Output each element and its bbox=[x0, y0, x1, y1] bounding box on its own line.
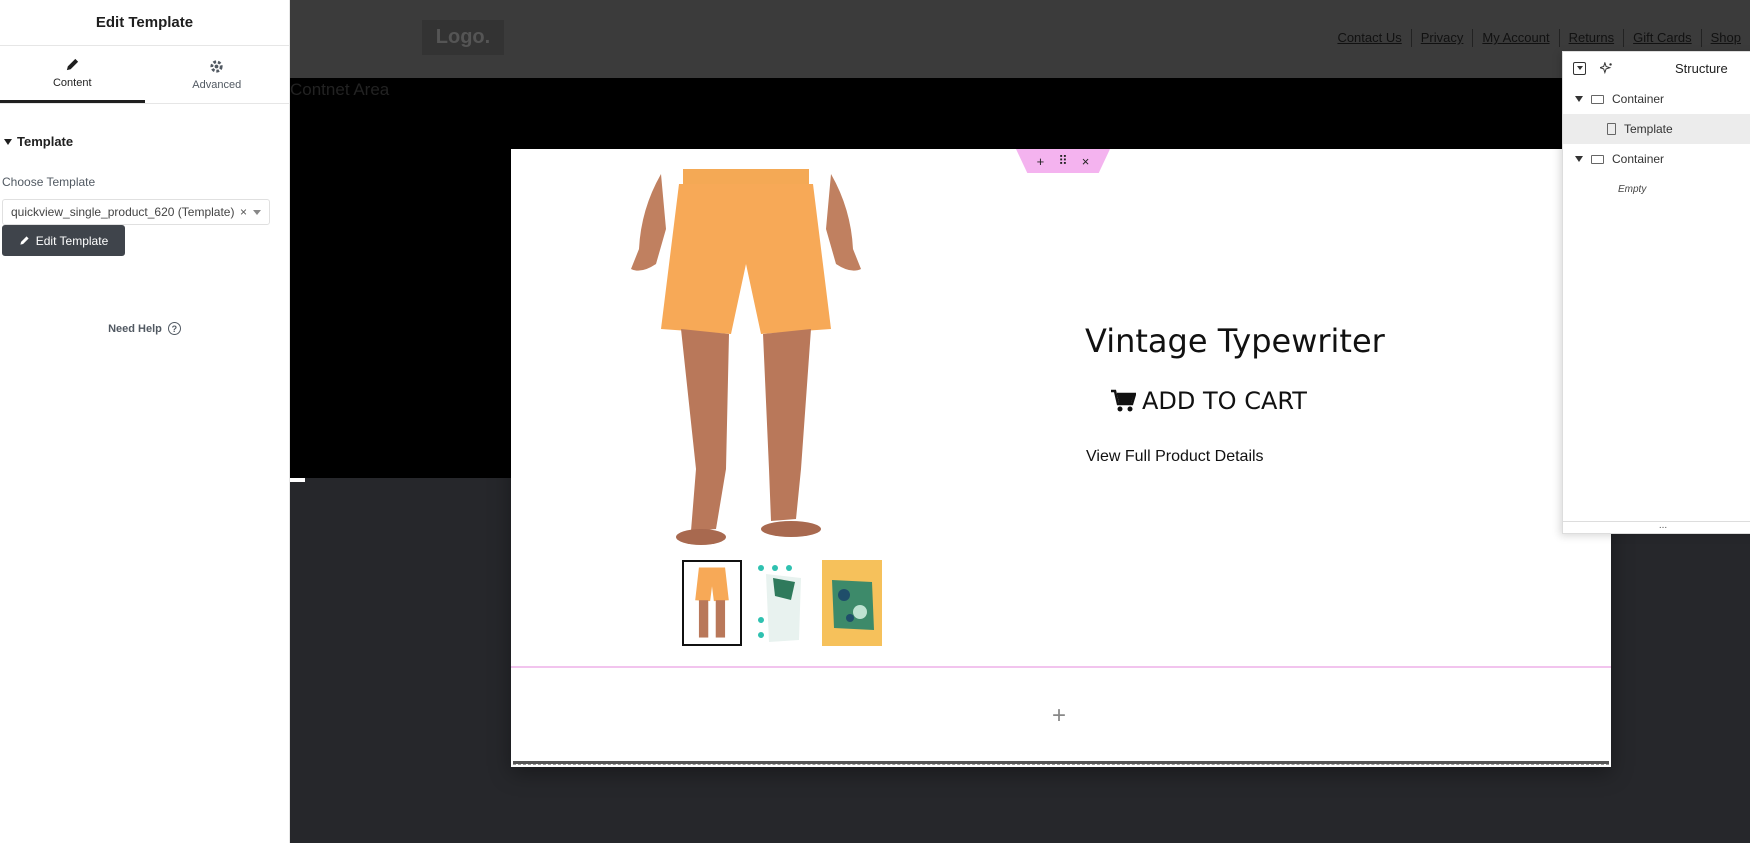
document-icon bbox=[1607, 123, 1616, 135]
drag-handle-icon[interactable]: ⠿ bbox=[1058, 153, 1068, 169]
clear-icon[interactable]: × bbox=[240, 205, 247, 219]
tab-content-label: Content bbox=[52, 77, 92, 89]
product-thumbnail[interactable] bbox=[682, 560, 742, 646]
structure-header: Structure bbox=[1563, 52, 1750, 84]
structure-item-template[interactable]: Template bbox=[1563, 114, 1750, 144]
view-full-details-link[interactable]: View Full Product Details bbox=[1086, 448, 1264, 466]
section-template-toggle[interactable]: Template bbox=[0, 134, 289, 149]
structure-item-container[interactable]: Container bbox=[1563, 144, 1750, 174]
structure-item-label: Container bbox=[1612, 92, 1665, 106]
panel-title: Edit Template bbox=[0, 0, 289, 46]
pencil-icon bbox=[20, 236, 29, 245]
nav-link-contact[interactable]: Contact Us bbox=[1328, 29, 1410, 47]
add-to-cart-label: ADD TO CART bbox=[1142, 387, 1307, 415]
need-help-link[interactable]: Need Help ? bbox=[0, 322, 289, 335]
element-handle: + ⠿ × bbox=[1016, 149, 1110, 173]
product-main-image bbox=[621, 169, 871, 551]
nav-link-shop[interactable]: Shop bbox=[1700, 29, 1750, 47]
structure-empty-label: Empty bbox=[1618, 183, 1647, 195]
structure-item-container[interactable]: Container bbox=[1563, 84, 1750, 114]
caret-down-icon[interactable] bbox=[1575, 96, 1583, 102]
dropdown-icon[interactable] bbox=[1573, 61, 1586, 75]
structure-title: Structure bbox=[1675, 60, 1728, 76]
editor-panel: Edit Template Content Advanced Template … bbox=[0, 0, 290, 843]
panel-tabs: Content Advanced bbox=[0, 46, 289, 104]
site-logo[interactable]: Logo. bbox=[422, 20, 504, 55]
need-help-label: Need Help bbox=[108, 322, 162, 335]
product-thumbnail[interactable] bbox=[751, 560, 811, 646]
nav-link-privacy[interactable]: Privacy bbox=[1410, 29, 1473, 47]
container-icon bbox=[1591, 154, 1604, 164]
structure-panel: Structure Container Template Container E… bbox=[1562, 51, 1750, 534]
structure-item-label: Container bbox=[1612, 152, 1665, 166]
nav-link-returns[interactable]: Returns bbox=[1558, 29, 1624, 47]
template-select-value: quickview_single_product_620 (Template) bbox=[11, 205, 235, 219]
container-bottom-border bbox=[513, 761, 1609, 765]
caret-down-icon[interactable] bbox=[1575, 156, 1583, 162]
sparkle-icon[interactable] bbox=[1600, 61, 1613, 75]
pencil-icon bbox=[66, 58, 78, 71]
nav-link-gift-cards[interactable]: Gift Cards bbox=[1623, 29, 1701, 47]
product-thumbnail[interactable] bbox=[822, 560, 882, 646]
site-header: Logo. Contact Us Privacy My Account Retu… bbox=[290, 0, 1750, 78]
structure-resize-handle[interactable]: ... bbox=[1563, 521, 1750, 533]
help-icon: ? bbox=[167, 322, 181, 335]
add-section-icon[interactable]: + bbox=[1052, 702, 1066, 730]
content-area-label: Contnet Area bbox=[290, 80, 390, 99]
container-icon bbox=[1591, 94, 1604, 104]
tab-advanced-label: Advanced bbox=[192, 78, 242, 91]
tab-content[interactable]: Content bbox=[0, 46, 145, 103]
caret-down-icon bbox=[4, 138, 12, 145]
tab-advanced[interactable]: Advanced bbox=[145, 46, 290, 103]
gear-icon bbox=[210, 59, 223, 73]
structure-item-label: Template bbox=[1624, 122, 1673, 136]
add-to-cart-button[interactable]: ADD TO CART bbox=[1110, 387, 1307, 415]
product-title: Vintage Typewriter bbox=[1085, 322, 1385, 360]
choose-template-label: Choose Template bbox=[2, 175, 96, 189]
cart-icon bbox=[1111, 389, 1136, 412]
site-nav: Contact Us Privacy My Account Returns Gi… bbox=[1328, 29, 1750, 47]
section-divider bbox=[511, 666, 1611, 668]
edit-template-button[interactable]: Edit Template bbox=[2, 225, 125, 256]
add-element-icon[interactable]: + bbox=[1037, 154, 1045, 169]
section-title: Template bbox=[17, 134, 74, 149]
nav-link-account[interactable]: My Account bbox=[1472, 29, 1558, 47]
chevron-down-icon[interactable] bbox=[253, 209, 261, 215]
quickview-modal: + ⠿ × Vintage Typewriter ADD TO CART Vie… bbox=[511, 149, 1611, 767]
close-icon[interactable]: × bbox=[1082, 154, 1090, 169]
edit-template-button-label: Edit Template bbox=[35, 233, 109, 248]
template-select[interactable]: quickview_single_product_620 (Template) … bbox=[2, 199, 270, 225]
